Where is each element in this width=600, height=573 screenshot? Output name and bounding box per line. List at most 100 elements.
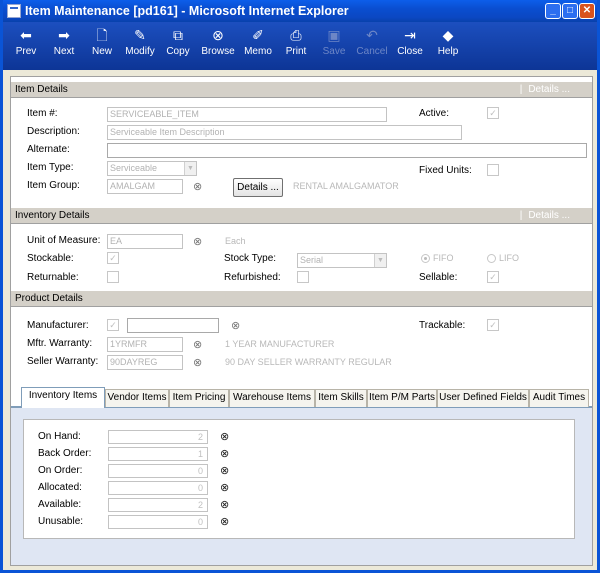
description-field[interactable]: Serviceable Item Description <box>107 125 462 140</box>
binoculars-icon[interactable]: ⊗ <box>220 448 229 460</box>
inventory-details-header: Inventory Details Details ... <box>11 207 592 224</box>
binoculars-icon[interactable]: ⊗ <box>220 431 229 443</box>
alternate-field[interactable] <box>107 143 587 158</box>
tab-item-skills[interactable]: Item Skills <box>315 389 367 407</box>
binoculars-icon[interactable]: ⊗ <box>220 499 229 511</box>
item-type-label: Item Type: <box>27 162 74 173</box>
binoculars-icon[interactable]: ⊗ <box>193 181 202 193</box>
trackable-label: Trackable: <box>419 320 466 331</box>
save-icon: ▣ <box>327 27 341 43</box>
chevron-down-icon: ▼ <box>184 162 196 175</box>
binoculars-icon[interactable]: ⊗ <box>193 236 202 248</box>
returnable-label: Returnable: <box>27 272 79 283</box>
arrow-left-icon: ⬅ <box>20 27 32 43</box>
binoculars-icon[interactable]: ⊗ <box>193 357 202 369</box>
manufacturer-checkbox[interactable]: ✓ <box>107 319 119 331</box>
form-content: Item Details Details ... Item #: SERVICE… <box>10 76 593 566</box>
print-button[interactable]: ⎙ Print <box>277 22 315 70</box>
tab-vendor-items[interactable]: Vendor Items <box>105 389 169 407</box>
seller-warranty-description: 90 DAY SELLER WARRANTY REGULAR <box>225 357 392 367</box>
item-type-select[interactable]: Serviceable ▼ <box>107 161 197 176</box>
inventory-details-link[interactable]: Details ... <box>520 208 570 223</box>
binoculars-icon[interactable]: ⊗ <box>193 339 202 351</box>
stock-type-select[interactable]: Serial ▼ <box>297 253 387 268</box>
uom-field[interactable]: EA <box>107 234 183 249</box>
on-order-field[interactable]: 0 <box>108 464 208 478</box>
next-button[interactable]: ➡ Next <box>45 22 83 70</box>
seller-warranty-label: Seller Warranty: <box>27 356 99 367</box>
modify-icon: ✎ <box>134 27 146 43</box>
seller-warranty-field[interactable]: 90DAYREG <box>107 355 183 370</box>
tab-item-pm-parts[interactable]: Item P/M Parts <box>367 389 437 407</box>
tab-item-pricing[interactable]: Item Pricing <box>169 389 229 407</box>
tab-inventory-items[interactable]: Inventory Items <box>21 387 105 408</box>
allocated-field[interactable]: 0 <box>108 481 208 495</box>
copy-button[interactable]: ⧉ Copy <box>159 22 197 70</box>
refurbished-label: Refurbished: <box>224 272 281 283</box>
item-group-field[interactable]: AMALGAM <box>107 179 183 194</box>
undo-icon: ↶ <box>366 27 378 43</box>
binoculars-icon[interactable]: ⊗ <box>231 320 240 332</box>
lifo-radio[interactable] <box>487 254 496 263</box>
close-window-icon[interactable]: ✕ <box>579 3 595 19</box>
stockable-checkbox[interactable]: ✓ <box>107 252 119 264</box>
binoculars-icon[interactable]: ⊗ <box>220 465 229 477</box>
close-button[interactable]: ⇥ Close <box>391 22 429 70</box>
mftr-warranty-description: 1 YEAR MANUFACTURER <box>225 339 335 349</box>
toolbar: ⬅ Prev ➡ Next 🗋 New ✎ Modify ⧉ Copy ⊗ Browse ✐… <box>3 22 597 70</box>
returnable-checkbox[interactable] <box>107 271 119 283</box>
uom-label: Unit of Measure: <box>27 235 101 246</box>
title-bar: Item Maintenance [pd161] - Microsoft Int… <box>3 0 597 22</box>
inventory-items-panel: On Hand: 2 ⊗ Back Order: 1 ⊗ On Order: 0… <box>11 407 592 565</box>
item-details-link[interactable]: Details ... <box>520 82 570 97</box>
on-hand-field[interactable]: 2 <box>108 430 208 444</box>
binoculars-icon[interactable]: ⊗ <box>220 482 229 494</box>
binoculars-icon[interactable]: ⊗ <box>220 516 229 528</box>
refurbished-checkbox[interactable] <box>297 271 309 283</box>
back-order-field[interactable]: 1 <box>108 447 208 461</box>
on-hand-label: On Hand: <box>38 431 81 442</box>
help-button[interactable]: ◆ Help <box>429 22 467 70</box>
active-checkbox[interactable]: ✓ <box>487 107 499 119</box>
uom-description: Each <box>225 236 246 246</box>
item-group-details-button[interactable]: Details ... <box>233 178 283 197</box>
tab-warehouse-items[interactable]: Warehouse Items <box>229 389 315 407</box>
sellable-label: Sellable: <box>419 272 458 283</box>
item-group-label: Item Group: <box>27 180 80 191</box>
stock-type-label: Stock Type: <box>224 253 277 264</box>
available-field[interactable]: 2 <box>108 498 208 512</box>
fifo-radio[interactable] <box>421 254 430 263</box>
ie-page-icon <box>7 4 21 18</box>
memo-icon: ✐ <box>252 27 264 43</box>
maximize-icon[interactable]: □ <box>562 3 578 19</box>
new-button[interactable]: 🗋 New <box>83 22 121 70</box>
save-button[interactable]: ▣ Save <box>315 22 353 70</box>
modify-button[interactable]: ✎ Modify <box>121 22 159 70</box>
minimize-icon[interactable]: _ <box>545 3 561 19</box>
fixed-units-checkbox[interactable] <box>487 164 499 176</box>
mftr-warranty-field[interactable]: 1YRMFR <box>107 337 183 352</box>
prev-button[interactable]: ⬅ Prev <box>7 22 45 70</box>
item-group-description: RENTAL AMALGAMATOR <box>293 181 399 191</box>
fifo-label: FIFO <box>433 253 454 263</box>
memo-button[interactable]: ✐ Memo <box>239 22 277 70</box>
browse-button[interactable]: ⊗ Browse <box>197 22 239 70</box>
tab-user-defined-fields[interactable]: User Defined Fields <box>437 389 529 407</box>
lifo-label: LIFO <box>499 253 520 263</box>
item-no-label: Item #: <box>27 108 58 119</box>
new-doc-icon: 🗋 <box>96 27 108 43</box>
inventory-counts-box: On Hand: 2 ⊗ Back Order: 1 ⊗ On Order: 0… <box>23 419 575 539</box>
alternate-label: Alternate: <box>27 144 70 155</box>
manufacturer-field[interactable] <box>127 318 219 333</box>
sellable-checkbox[interactable]: ✓ <box>487 271 499 283</box>
active-label: Active: <box>419 108 450 119</box>
description-label: Description: <box>27 126 80 137</box>
trackable-checkbox[interactable]: ✓ <box>487 319 499 331</box>
cancel-button[interactable]: ↶ Cancel <box>353 22 391 70</box>
mftr-warranty-label: Mftr. Warranty: <box>27 338 93 349</box>
chevron-down-icon: ▼ <box>374 254 386 267</box>
item-no-field[interactable]: SERVICEABLE_ITEM <box>107 107 387 122</box>
unusable-field[interactable]: 0 <box>108 515 208 529</box>
stockable-label: Stockable: <box>27 253 74 264</box>
tab-audit-times[interactable]: Audit Times <box>529 389 589 407</box>
